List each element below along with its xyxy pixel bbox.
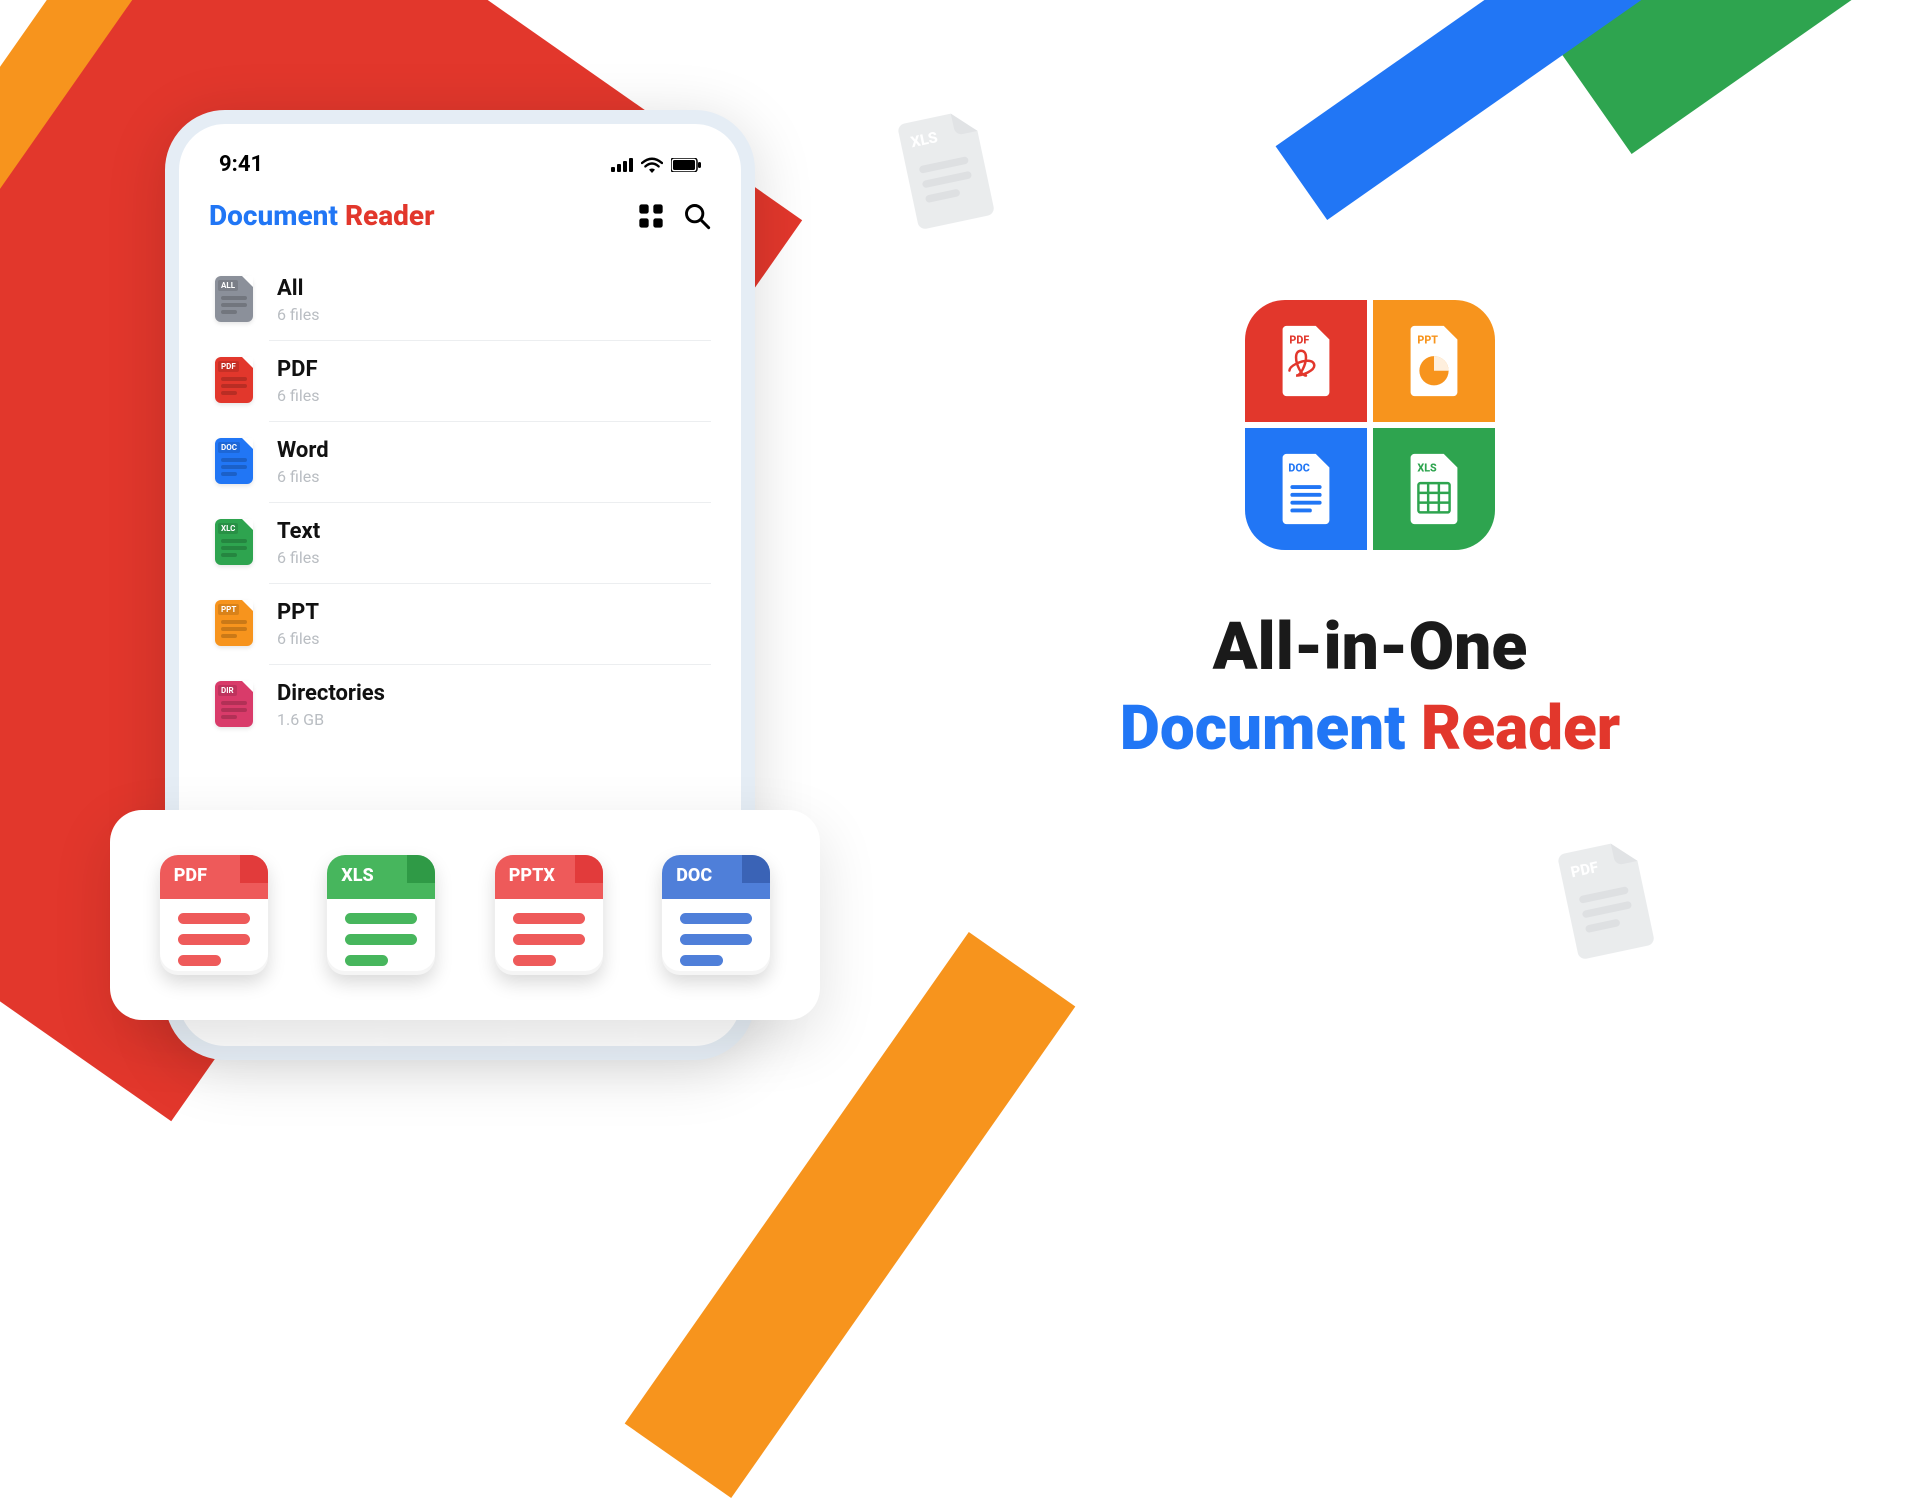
decorative-file-xls-icon: XLS [889, 101, 1012, 239]
doc-file-icon: DOC [215, 438, 255, 486]
file-chip-xls: XLS [327, 855, 435, 975]
row-title: All [277, 276, 319, 301]
row-title: Text [277, 519, 320, 544]
row-subtitle: 6 files [277, 629, 319, 648]
ppt-file-icon: PPT [215, 600, 255, 648]
svg-text:PPT: PPT [1417, 333, 1438, 346]
svg-text:PDF: PDF [1289, 333, 1309, 346]
dir-file-icon: DIR [215, 681, 255, 729]
logo-quadrant-xls: XLS [1373, 428, 1495, 550]
row-subtitle: 1.6 GB [277, 710, 385, 729]
file-type-card: PDF XLS PPTX DOC [110, 810, 820, 1020]
category-row-xlc[interactable]: XLC Text 6 files [209, 503, 711, 583]
status-time: 9:41 [219, 152, 263, 177]
cellular-icon [611, 158, 633, 172]
hero-line2a: Document [1120, 692, 1406, 765]
file-chip-doc: DOC [662, 855, 770, 975]
row-title: Word [277, 438, 329, 463]
logo-quadrant-pdf: PDF [1245, 300, 1367, 422]
logo-quadrant-ppt: PPT [1373, 300, 1495, 422]
file-chip-pptx: PPTX [495, 855, 603, 975]
row-subtitle: 6 files [277, 467, 329, 486]
search-icon[interactable] [683, 202, 711, 230]
category-row-doc[interactable]: DOC Word 6 files [209, 422, 711, 502]
row-subtitle: 6 files [277, 548, 320, 567]
category-row-all[interactable]: ALL All 6 files [209, 260, 711, 340]
status-icons [611, 157, 701, 173]
decorative-file-pdf-icon: PDF [1549, 831, 1672, 969]
category-row-dir[interactable]: DIR Directories 1.6 GB [209, 665, 711, 745]
svg-text:DOC: DOC [1288, 461, 1309, 474]
app-logo: PDF PPT DOC XLS [1245, 300, 1495, 550]
app-title-1: Document [209, 199, 338, 232]
grid-view-icon[interactable] [637, 202, 665, 230]
status-bar: 9:41 [209, 152, 711, 199]
row-subtitle: 6 files [277, 305, 319, 324]
app-header: Document Reader [209, 199, 711, 250]
category-row-ppt[interactable]: PPT PPT 6 files [209, 584, 711, 664]
xlc-file-icon: XLC [215, 519, 255, 567]
row-subtitle: 6 files [277, 386, 319, 405]
logo-quadrant-doc: DOC [1245, 428, 1367, 550]
row-title: PPT [277, 600, 319, 625]
row-title: Directories [277, 681, 385, 706]
hero-line2: Document Reader [970, 692, 1770, 765]
file-chip-pdf: PDF [160, 855, 268, 975]
svg-text:XLS: XLS [1417, 461, 1437, 474]
app-title-2: Reader [345, 199, 435, 232]
hero: PDF PPT DOC XLS All-in-One Document Reader [970, 300, 1770, 765]
hero-line1: All-in-One [970, 610, 1770, 686]
row-title: PDF [277, 357, 319, 382]
pdf-file-icon: PDF [215, 357, 255, 405]
app-title: Document Reader [209, 199, 435, 232]
battery-icon [671, 158, 701, 172]
category-list: ALL All 6 files PDF PDF 6 files DOC [209, 260, 711, 745]
wifi-icon [641, 157, 663, 173]
category-row-pdf[interactable]: PDF PDF 6 files [209, 341, 711, 421]
hero-line2b: Reader [1421, 692, 1620, 765]
all-file-icon: ALL [215, 276, 255, 324]
